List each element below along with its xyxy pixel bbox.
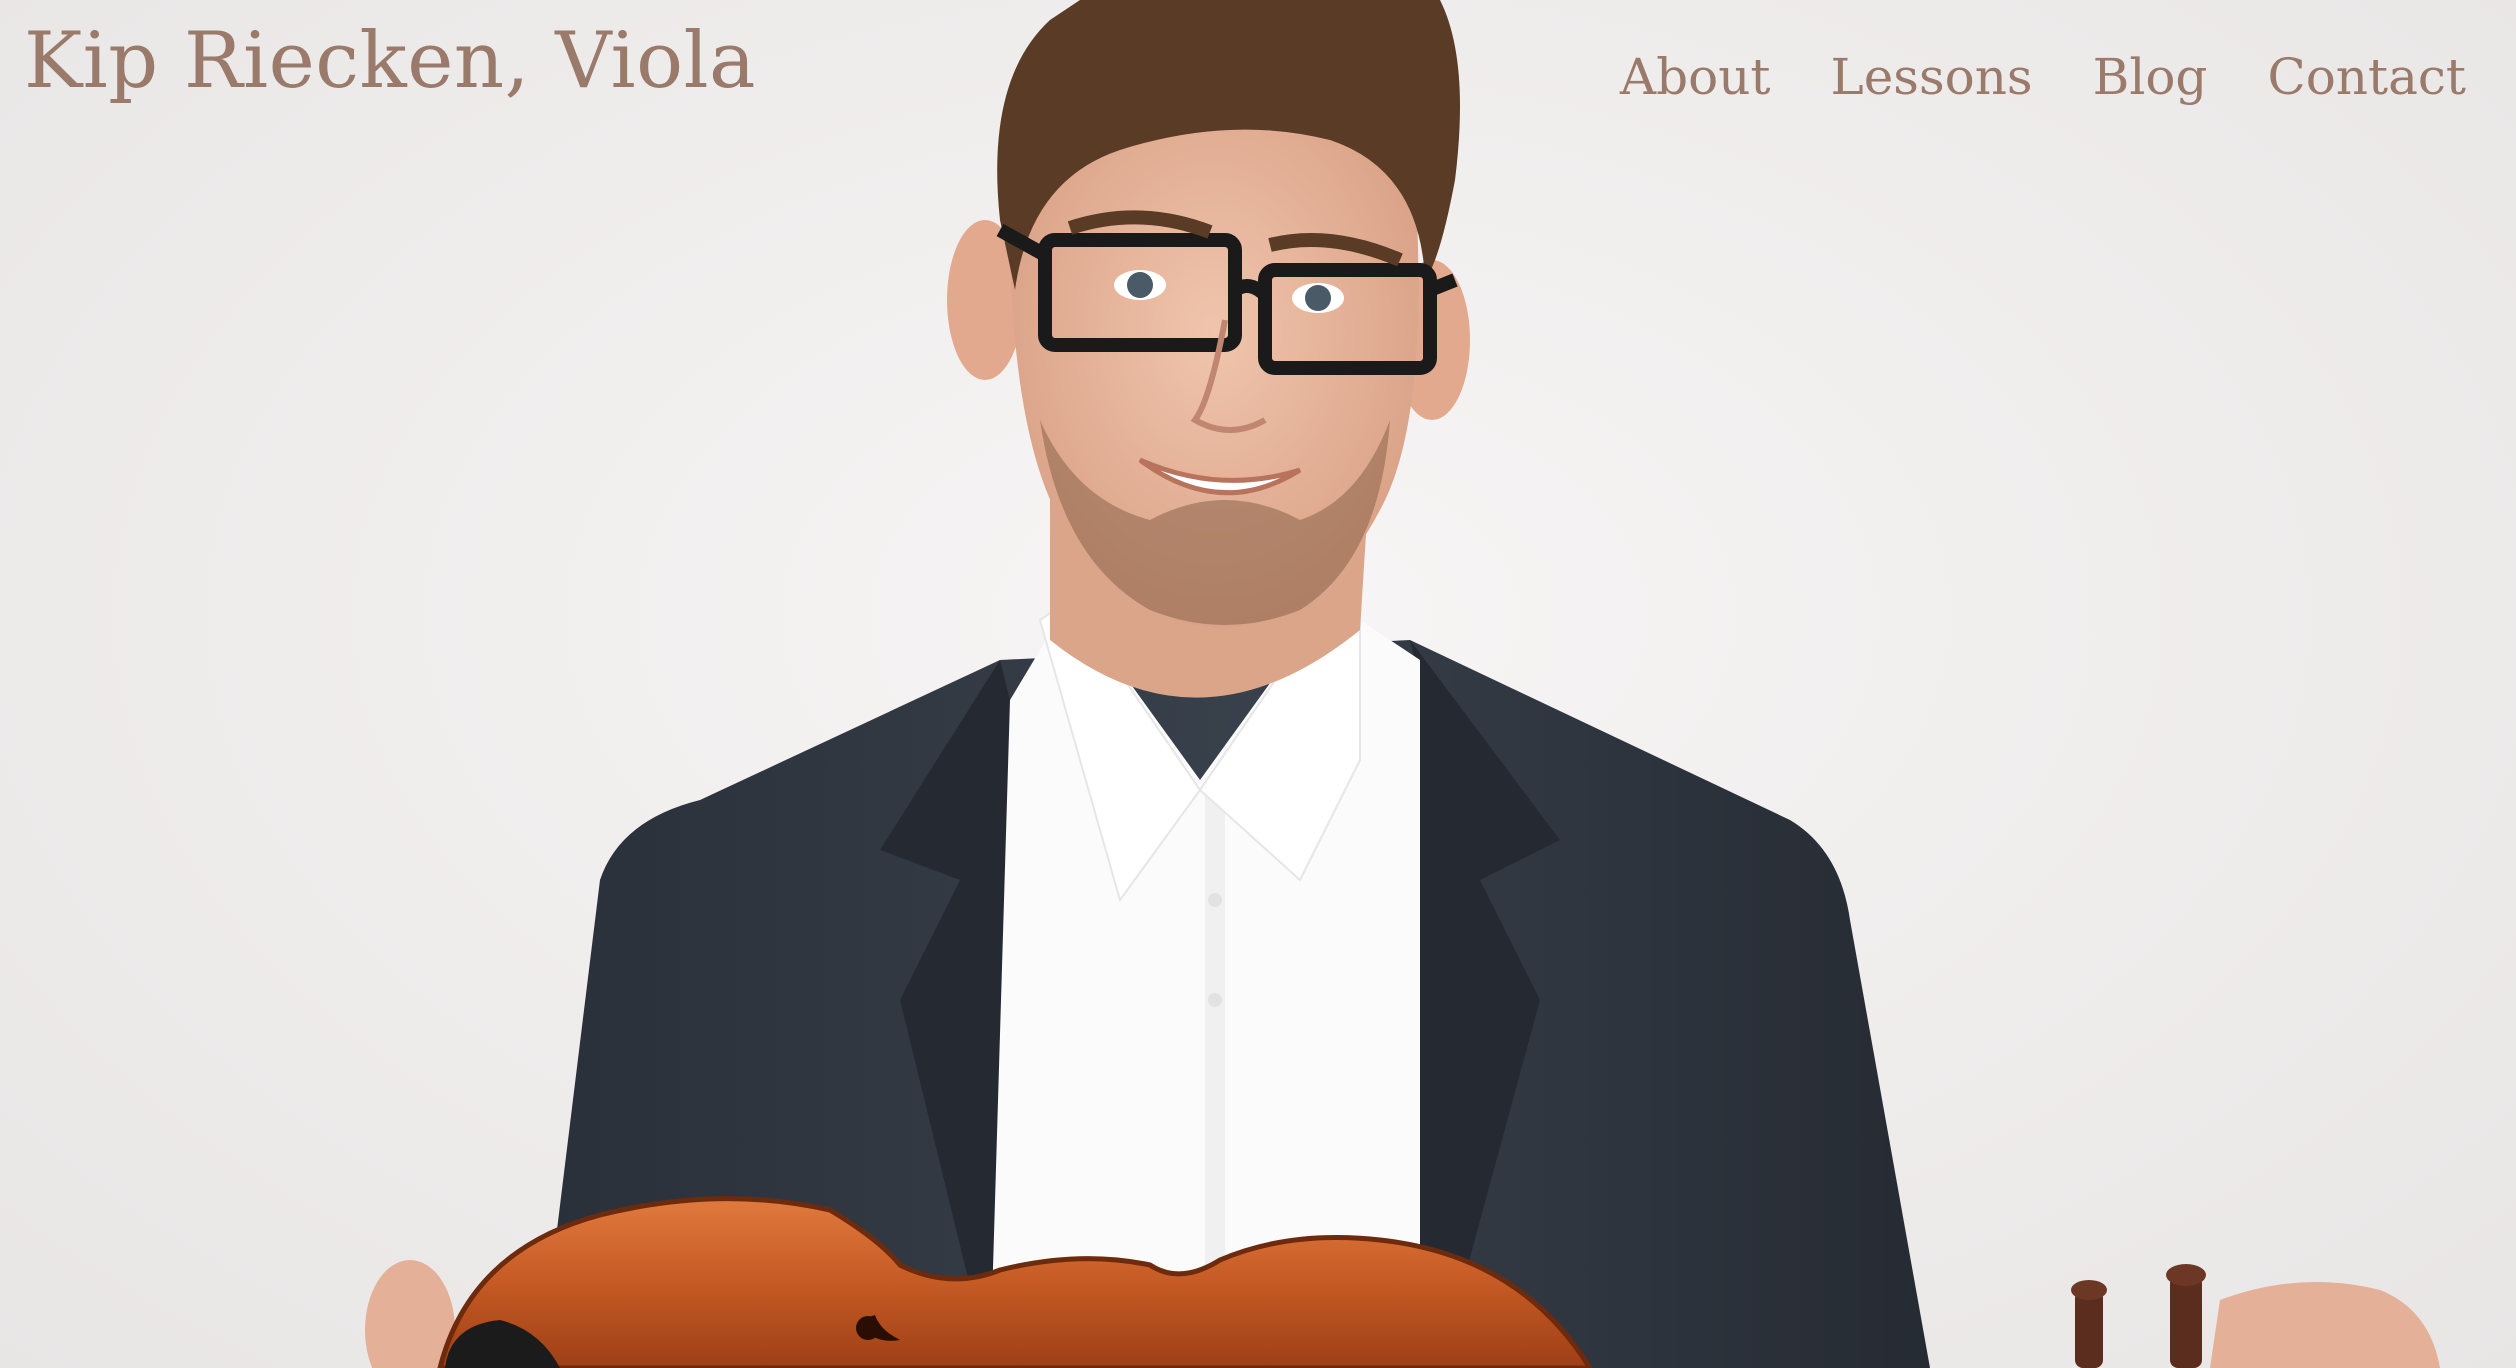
nav-link-contact[interactable]: Contact [2267,52,2466,102]
nav-link-lessons[interactable]: Lessons [1831,52,2033,102]
site-header: Kip Riecken, Viola About Lessons Blog Co… [0,0,2516,140]
nav-link-blog[interactable]: Blog [2093,52,2208,102]
main-nav: About Lessons Blog Contact [1620,52,2466,102]
viola-peg [2075,1290,2103,1368]
hand-left [365,1260,455,1368]
site-title-link[interactable]: Kip Riecken, Viola [24,22,756,100]
viola-peg [2170,1275,2202,1368]
hand-right [2210,1282,2440,1368]
nav-link-about[interactable]: About [1620,52,1771,102]
page: Kip Riecken, Viola About Lessons Blog Co… [0,0,2516,1368]
hero-photo [365,0,2440,1368]
